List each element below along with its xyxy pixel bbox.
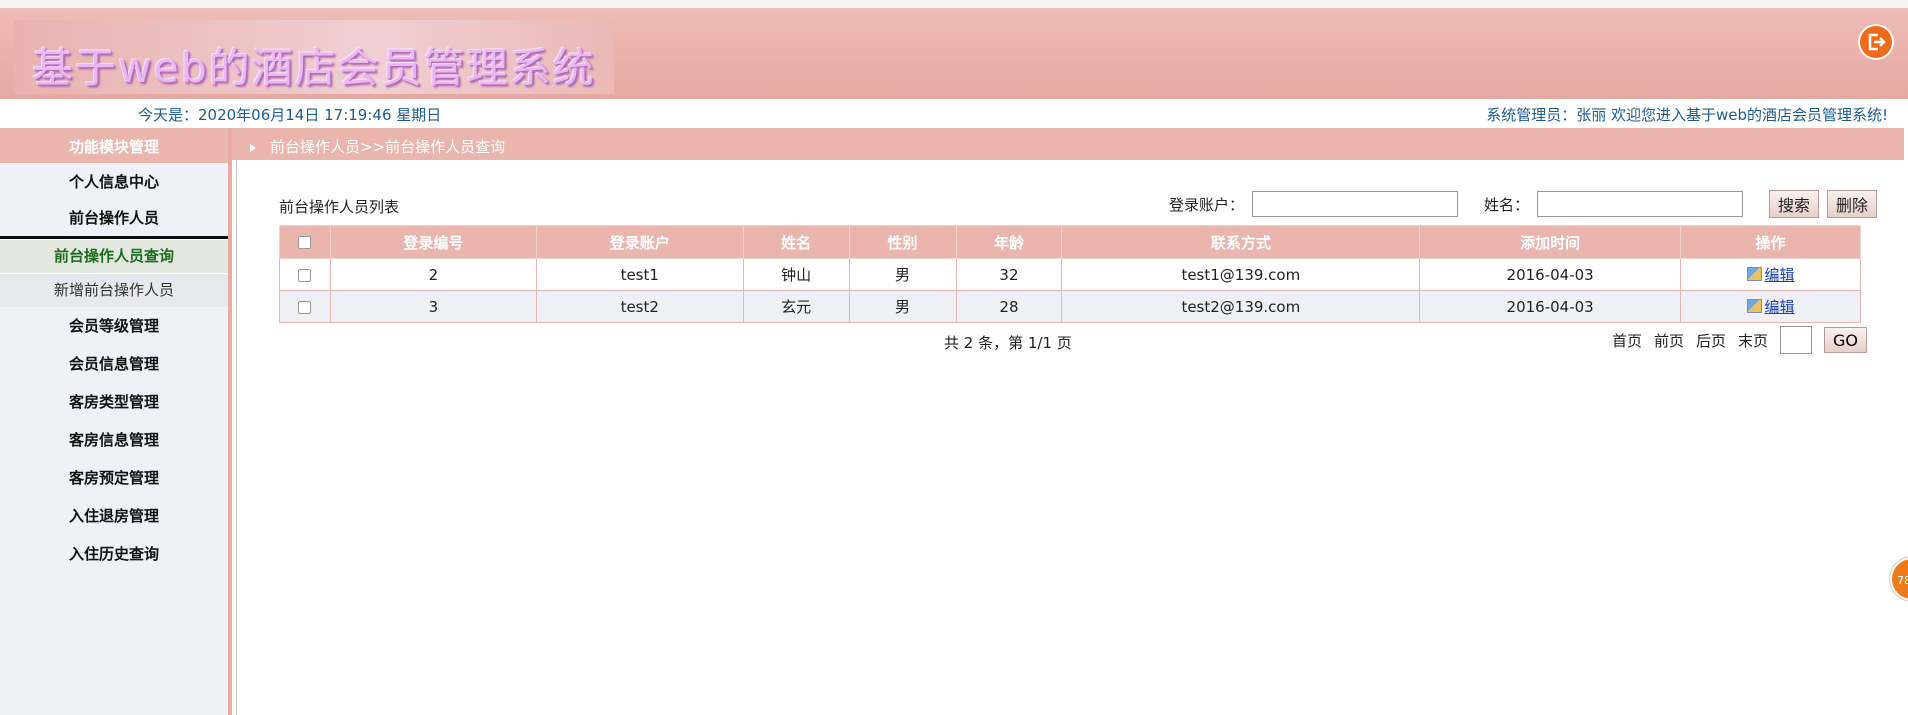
row-checkbox-cell	[279, 290, 331, 323]
sidebar-item-room-info[interactable]: 客房信息管理	[0, 421, 228, 459]
sidebar-item-room-booking[interactable]: 客房预定管理	[0, 459, 228, 497]
sidebar: 功能模块管理 个人信息中心 前台操作人员 前台操作人员查询 新增前台操作人员 会…	[0, 128, 232, 715]
select-all-checkbox[interactable]	[298, 236, 312, 249]
cell-age: 32	[955, 258, 1063, 291]
cell-name: 玄元	[742, 290, 850, 323]
table-header-row: 登录编号 登录账户 姓名 性别 年龄 联系方式 添加时间 操作	[279, 225, 1861, 259]
page-number-input[interactable]	[1780, 326, 1812, 354]
date-bar: 今天是：2020年06月14日 17:19:46 星期日 系统管理员：张丽 欢迎…	[0, 99, 1908, 128]
sidebar-subitem-staff-add[interactable]: 新增前台操作人员	[0, 273, 228, 307]
app-title: 基于web的酒店会员管理系统	[32, 44, 596, 92]
column-header: 姓名	[742, 225, 850, 259]
pager-summary: 共 2 条，第 1/1 页	[944, 334, 1072, 352]
cell-added: 2016-04-03	[1419, 258, 1682, 291]
cell-contact: test2@139.com	[1061, 290, 1421, 323]
sidebar-item-member-level[interactable]: 会员等级管理	[0, 307, 228, 345]
breadcrumb-arrow-icon	[250, 144, 256, 152]
cell-added: 2016-04-03	[1419, 290, 1682, 323]
row-checkbox-cell	[279, 258, 331, 291]
edit-icon[interactable]	[1746, 267, 1762, 281]
welcome-message: 系统管理员：张丽 欢迎您进入基于web的酒店会员管理系统!	[1486, 106, 1888, 124]
pager: 首页 前页 后页 末页 GO	[1612, 326, 1867, 354]
cell-action: 编辑	[1680, 258, 1861, 291]
cell-id: 3	[329, 290, 537, 323]
cell-name: 钟山	[742, 258, 850, 291]
column-header: 添加时间	[1419, 225, 1682, 259]
select-all-cell	[279, 225, 331, 259]
sidebar-item-member-info[interactable]: 会员信息管理	[0, 345, 228, 383]
list-title: 前台操作人员列表	[279, 198, 400, 216]
current-date: 今天是：2020年06月14日 17:19:46 星期日	[138, 106, 442, 124]
cell-contact: test1@139.com	[1061, 258, 1421, 291]
name-input[interactable]	[1536, 191, 1743, 217]
header: 基于web的酒店会员管理系统	[0, 8, 1908, 99]
main-content: 前台操作人员列表 登录账户： 姓名： 搜索 删除 登录编号 登录账户 姓名 性别…	[236, 160, 1905, 715]
sidebar-item-room-type[interactable]: 客房类型管理	[0, 383, 228, 421]
logout-button[interactable]	[1858, 24, 1894, 60]
logout-icon	[1868, 33, 1886, 51]
name-label: 姓名：	[1483, 195, 1529, 214]
staff-table: 登录编号 登录账户 姓名 性别 年龄 联系方式 添加时间 操作 2 test1 …	[279, 225, 1861, 323]
breadcrumb: 前台操作人员>>前台操作人员查询	[270, 138, 506, 156]
edit-link[interactable]: 编辑	[1765, 266, 1795, 284]
edit-icon[interactable]	[1746, 299, 1762, 313]
cell-account: test2	[535, 290, 744, 323]
search-form: 登录账户： 姓名： 搜索 删除	[1169, 190, 1877, 218]
sidebar-item-profile[interactable]: 个人信息中心	[0, 163, 228, 201]
breadcrumb-bar: 前台操作人员>>前台操作人员查询	[232, 128, 1904, 160]
pager-first[interactable]: 首页	[1612, 330, 1642, 351]
sidebar-heading: 功能模块管理	[0, 128, 228, 163]
sidebar-item-checkin-history[interactable]: 入住历史查询	[0, 535, 228, 573]
go-button[interactable]: GO	[1824, 327, 1867, 353]
delete-button[interactable]: 删除	[1826, 190, 1877, 218]
cell-gender: 男	[848, 258, 957, 291]
cell-age: 28	[955, 290, 1063, 323]
row-checkbox[interactable]	[298, 268, 312, 282]
pager-prev[interactable]: 前页	[1654, 330, 1684, 351]
sidebar-item-front-staff[interactable]: 前台操作人员	[0, 201, 228, 239]
column-header: 登录账户	[535, 225, 744, 259]
cell-action: 编辑	[1680, 290, 1861, 323]
column-header: 性别	[848, 225, 957, 259]
sidebar-subitem-staff-query[interactable]: 前台操作人员查询	[0, 239, 228, 273]
cell-gender: 男	[848, 290, 957, 323]
table-row: 2 test1 钟山 男 32 test1@139.com 2016-04-03…	[279, 258, 1861, 291]
cell-account: test1	[535, 258, 744, 291]
cell-id: 2	[329, 258, 537, 291]
row-checkbox[interactable]	[298, 300, 312, 314]
top-line	[0, 0, 1908, 8]
title-banner: 基于web的酒店会员管理系统	[14, 20, 614, 94]
column-header: 登录编号	[329, 225, 537, 259]
edit-link[interactable]: 编辑	[1765, 298, 1795, 316]
account-input[interactable]	[1251, 191, 1458, 217]
sidebar-item-checkin-checkout[interactable]: 入住退房管理	[0, 497, 228, 535]
account-label: 登录账户：	[1168, 195, 1244, 214]
pager-last[interactable]: 末页	[1738, 330, 1768, 351]
column-header: 操作	[1680, 225, 1861, 259]
pager-next[interactable]: 后页	[1696, 330, 1726, 351]
column-header: 联系方式	[1061, 225, 1421, 259]
table-row: 3 test2 玄元 男 28 test2@139.com 2016-04-03…	[279, 290, 1861, 323]
column-header: 年龄	[955, 225, 1063, 259]
search-button[interactable]: 搜索	[1768, 190, 1819, 218]
